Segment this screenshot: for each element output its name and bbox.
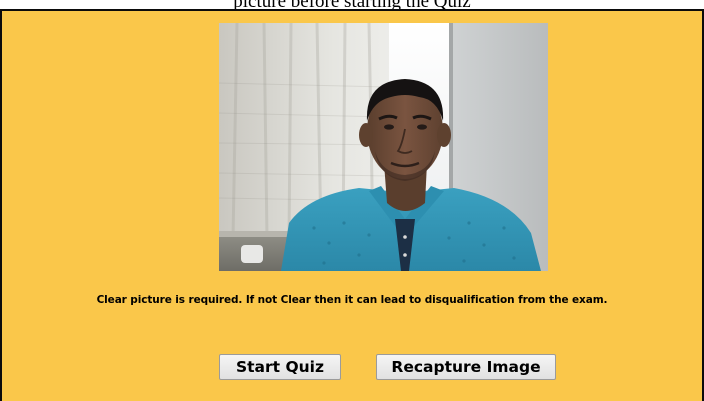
webcam-capture-image [219,23,548,271]
start-quiz-button[interactable]: Start Quiz [219,354,341,380]
clear-picture-notice: Clear picture is required. If not Clear … [96,294,608,306]
webcam-photo-graphic [219,23,548,271]
recapture-image-button[interactable]: Recapture Image [376,354,556,380]
quiz-photo-capture-page: picture before starting the Quiz Clear p… [0,0,704,401]
capture-panel: Clear picture is required. If not Clear … [0,9,704,401]
